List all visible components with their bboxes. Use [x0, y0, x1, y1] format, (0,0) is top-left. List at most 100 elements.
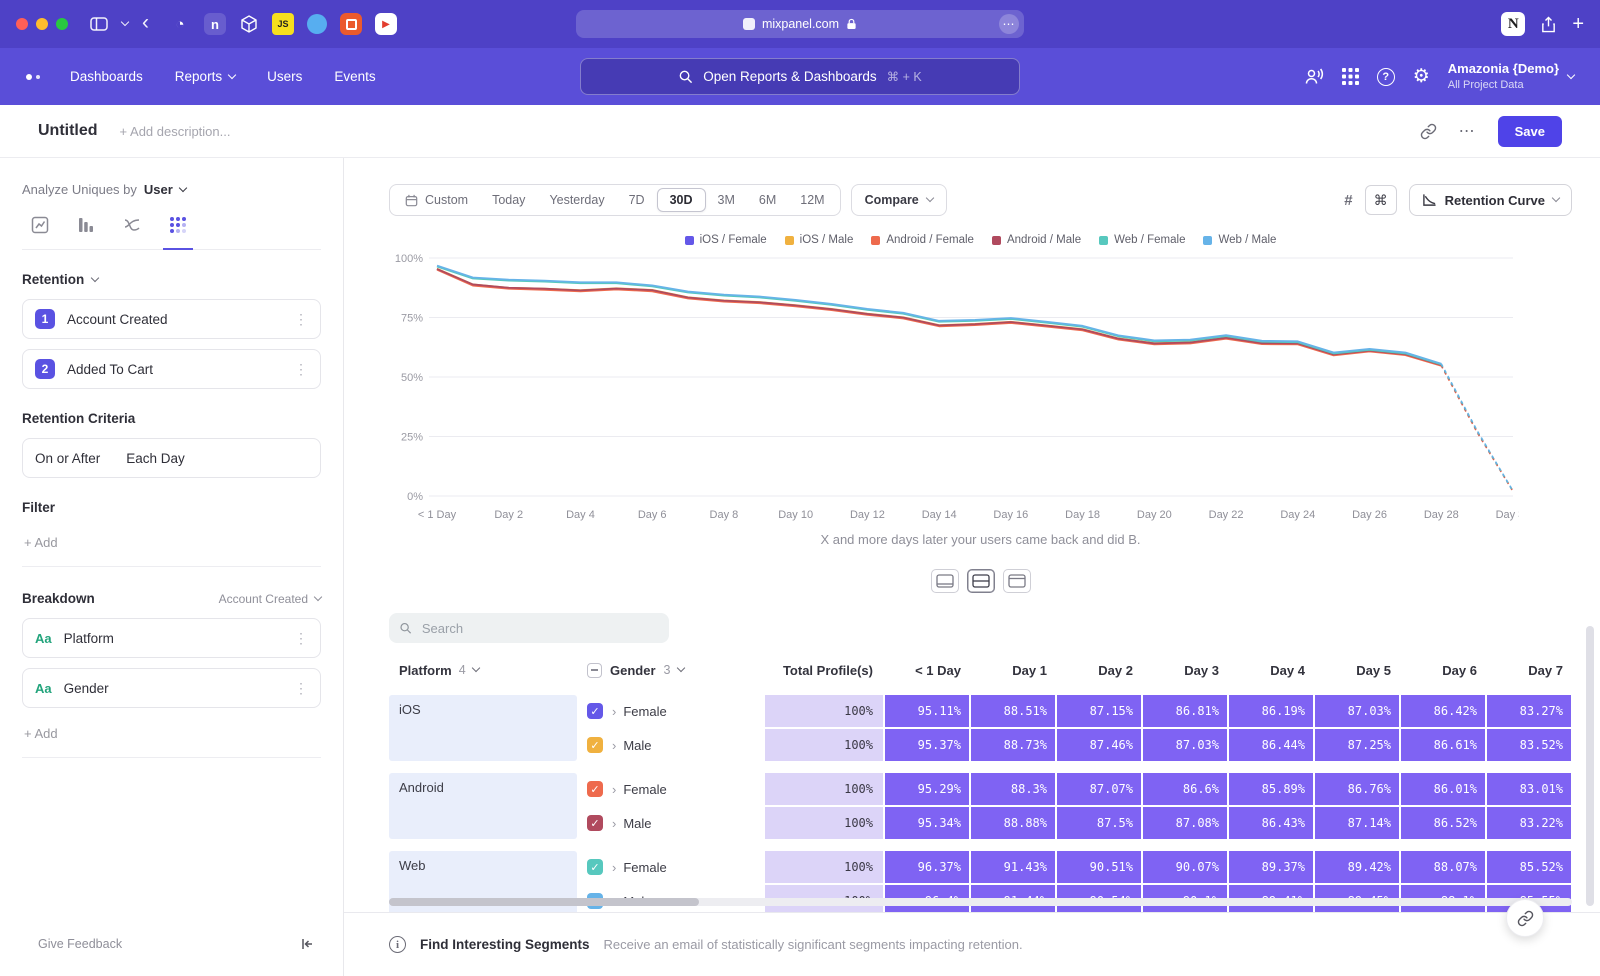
retention-value-cell[interactable]: 96.37% — [885, 851, 969, 883]
retention-value-cell[interactable]: 83.22% — [1487, 807, 1571, 839]
more-options-icon[interactable] — [1459, 121, 1476, 141]
retention-value-cell[interactable]: 89.42% — [1315, 851, 1399, 883]
expand-chevron-icon[interactable] — [612, 782, 616, 797]
column-header-day[interactable]: Day 5 — [1315, 663, 1399, 678]
total-profiles-cell[interactable]: 100% — [765, 729, 883, 761]
notion-icon[interactable]: N — [1501, 12, 1525, 36]
retention-value-cell[interactable]: 86.61% — [1401, 729, 1485, 761]
retention-value-cell[interactable]: 87.14% — [1315, 807, 1399, 839]
window-zoom-button[interactable] — [56, 18, 68, 30]
retention-value-cell[interactable]: 86.43% — [1229, 807, 1313, 839]
chevron-down-icon[interactable] — [121, 18, 129, 26]
expand-chevron-icon[interactable] — [612, 860, 616, 875]
new-tab-icon[interactable]: + — [1572, 14, 1584, 34]
retention-value-cell[interactable]: 90.07% — [1143, 851, 1227, 883]
address-bar[interactable]: mixpanel.com ⋯ — [576, 10, 1024, 38]
retention-value-cell[interactable]: 87.5% — [1057, 807, 1141, 839]
column-header-day[interactable]: Day 6 — [1401, 663, 1485, 678]
select-all-checkbox[interactable] — [587, 663, 602, 678]
retention-value-cell[interactable]: 95.11% — [885, 695, 969, 727]
global-search[interactable]: Open Reports & Dashboards ⌘ + K — [580, 58, 1020, 95]
row-checkbox[interactable] — [587, 781, 603, 797]
view-chart-and-table-button[interactable] — [967, 569, 995, 593]
range-yesterday[interactable]: Yesterday — [537, 185, 616, 215]
range-6m[interactable]: 6M — [747, 185, 788, 215]
column-header-day[interactable]: Day 4 — [1229, 663, 1313, 678]
apps-grid-icon[interactable] — [1342, 68, 1359, 85]
settings-gear-icon[interactable] — [1413, 65, 1430, 88]
blue-extension-icon[interactable] — [307, 14, 327, 34]
orange-extension-icon[interactable] — [340, 13, 362, 35]
add-filter-button[interactable]: + Add — [22, 527, 321, 567]
retention-value-cell[interactable]: 86.81% — [1143, 695, 1227, 727]
retention-value-cell[interactable]: 95.29% — [885, 773, 969, 805]
legend-item[interactable]: Web / Male — [1203, 234, 1276, 246]
retention-value-cell[interactable]: 83.27% — [1487, 695, 1571, 727]
share-link-fab[interactable] — [1506, 899, 1544, 937]
kebab-menu-icon[interactable] — [294, 680, 308, 697]
retention-value-cell[interactable]: 87.15% — [1057, 695, 1141, 727]
save-button[interactable]: Save — [1498, 116, 1562, 147]
retention-value-cell[interactable]: 88.07% — [1401, 851, 1485, 883]
window-minimize-button[interactable] — [36, 18, 48, 30]
legend-item[interactable]: Android / Male — [992, 234, 1081, 246]
nav-users[interactable]: Users — [267, 69, 302, 84]
column-header-day[interactable]: Day 2 — [1057, 663, 1141, 678]
nav-dashboards[interactable]: Dashboards — [70, 69, 143, 84]
range-3m[interactable]: 3M — [706, 185, 747, 215]
retention-value-cell[interactable]: 86.01% — [1401, 773, 1485, 805]
address-more-icon[interactable]: ⋯ — [999, 14, 1019, 34]
tab-retention[interactable] — [168, 215, 188, 240]
retention-value-cell[interactable]: 86.52% — [1401, 807, 1485, 839]
retention-value-cell[interactable]: 88.51% — [971, 695, 1055, 727]
collapse-sidebar-icon[interactable] — [299, 936, 315, 952]
vertical-scrollbar-thumb[interactable] — [1586, 626, 1594, 906]
criteria-each-day[interactable]: Each Day — [126, 451, 185, 466]
row-checkbox[interactable] — [587, 703, 603, 719]
range-7d[interactable]: 7D — [617, 185, 657, 215]
retention-section-heading[interactable]: Retention — [22, 272, 84, 287]
retention-value-cell[interactable]: 86.6% — [1143, 773, 1227, 805]
nav-events[interactable]: Events — [334, 69, 375, 84]
column-header-total[interactable]: Total Profile(s) — [765, 663, 883, 678]
range-today[interactable]: Today — [480, 185, 537, 215]
column-header-day[interactable]: < 1 Day — [885, 663, 969, 678]
platform-cell[interactable]: Android — [389, 773, 577, 839]
cube-extension-icon[interactable] — [239, 14, 259, 34]
legend-item[interactable]: iOS / Male — [785, 234, 854, 246]
retention-value-cell[interactable]: 86.44% — [1229, 729, 1313, 761]
back-button[interactable]: ‹ — [142, 12, 149, 33]
total-profiles-cell[interactable]: 100% — [765, 773, 883, 805]
step-card-a[interactable]: 1 Account Created — [22, 299, 321, 339]
horizontal-scrollbar[interactable] — [389, 898, 1572, 906]
tab-funnels[interactable] — [76, 215, 96, 240]
analyze-entity-select[interactable]: User — [144, 182, 173, 197]
retention-value-cell[interactable]: 86.42% — [1401, 695, 1485, 727]
expand-chevron-icon[interactable] — [612, 704, 616, 719]
range-custom[interactable]: Custom — [393, 185, 480, 215]
legend-item[interactable]: Web / Female — [1099, 234, 1185, 246]
retention-value-cell[interactable]: 91.43% — [971, 851, 1055, 883]
javascript-extension-icon[interactable]: JS — [272, 13, 294, 35]
criteria-on-or-after[interactable]: On or After — [35, 451, 100, 466]
mixpanel-logo[interactable] — [26, 74, 40, 80]
tab-flows[interactable] — [122, 215, 142, 240]
view-table-only-button[interactable] — [1003, 569, 1031, 593]
horizontal-scrollbar-thumb[interactable] — [389, 898, 699, 906]
report-title[interactable]: Untitled — [38, 122, 98, 140]
add-breakdown-button[interactable]: + Add — [22, 718, 321, 758]
retention-value-cell[interactable]: 90.51% — [1057, 851, 1141, 883]
chart-type-select[interactable]: Retention Curve — [1409, 184, 1572, 216]
command-toggle-icon[interactable] — [1365, 185, 1397, 215]
retention-value-cell[interactable]: 87.08% — [1143, 807, 1227, 839]
range-12m[interactable]: 12M — [788, 185, 836, 215]
copy-link-icon[interactable] — [1420, 123, 1437, 140]
retention-value-cell[interactable]: 88.73% — [971, 729, 1055, 761]
breakdown-card-platform[interactable]: Aa Platform — [22, 618, 321, 658]
retention-value-cell[interactable]: 86.19% — [1229, 695, 1313, 727]
give-feedback-link[interactable]: Give Feedback — [38, 937, 122, 951]
retention-value-cell[interactable]: 87.46% — [1057, 729, 1141, 761]
n-extension-icon[interactable]: n — [204, 13, 226, 35]
total-profiles-cell[interactable]: 100% — [765, 807, 883, 839]
share-icon[interactable] — [1540, 16, 1557, 33]
